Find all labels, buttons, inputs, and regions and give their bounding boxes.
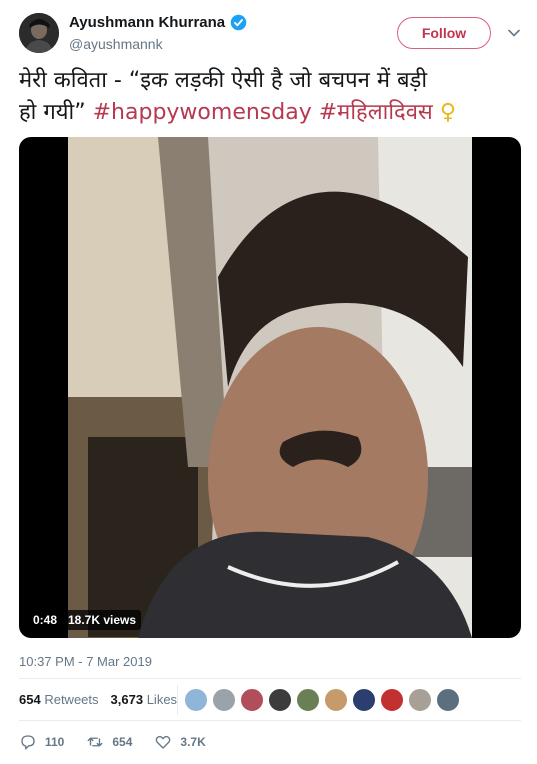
retweet-action[interactable]: 654 (86, 733, 132, 751)
liker-avatar[interactable] (184, 688, 208, 712)
tweet-text-line2: हो गयी” (19, 100, 86, 125)
tweet-header: Ayushmann Khurrana @ayushmannk Follow (0, 0, 537, 62)
retweet-count: 654 (112, 735, 133, 749)
divider (19, 678, 521, 679)
tweet-text: मेरी कविता - “इक लड़की ऐसी है जो बचपन मे… (19, 65, 519, 129)
liker-avatar[interactable] (408, 688, 432, 712)
liker-avatar[interactable] (268, 688, 292, 712)
hashtag-link[interactable]: #महिलादिवस (319, 100, 433, 125)
name-row: Ayushmann Khurrana (69, 14, 247, 31)
likes-count: 3,673 (110, 692, 144, 707)
like-count: 3.7K (180, 735, 206, 749)
divider (177, 685, 178, 715)
female-sign-emoji: ♀ (439, 100, 456, 125)
liker-avatar[interactable] (212, 688, 236, 712)
engagement-stats: 654 Retweets 3,673 Likes (19, 692, 177, 707)
reply-count: 110 (45, 735, 65, 749)
chevron-down-icon[interactable] (507, 26, 521, 40)
video-duration-badge: 0:48 (28, 610, 63, 630)
user-handle[interactable]: @ayushmannk (69, 36, 163, 52)
divider (19, 720, 521, 721)
reply-action[interactable]: 110 (19, 733, 64, 751)
tweet-text-line1: मेरी कविता - “इक लड़की ऐसी है जो बचपन मे… (19, 68, 428, 93)
profile-avatar[interactable] (19, 13, 59, 53)
display-name[interactable]: Ayushmann Khurrana (69, 14, 225, 31)
liker-avatar[interactable] (324, 688, 348, 712)
hashtag-link[interactable]: #happywomensday (93, 100, 312, 125)
liker-avatar[interactable] (296, 688, 320, 712)
video-frame (68, 137, 472, 638)
liker-avatar[interactable] (436, 688, 460, 712)
follow-button[interactable]: Follow (397, 17, 491, 49)
liker-avatar[interactable] (352, 688, 376, 712)
video-views-badge: 18.7K views (63, 610, 142, 630)
liker-avatar[interactable] (380, 688, 404, 712)
likes-stat[interactable]: 3,673 Likes (111, 692, 178, 707)
verified-badge-icon (230, 14, 247, 31)
retweet-icon (87, 737, 103, 747)
retweets-label: Retweets (44, 692, 99, 707)
heart-icon (156, 735, 171, 749)
liker-avatars (184, 680, 464, 720)
tweet-actions: 110 654 3.7K (19, 733, 228, 751)
retweets-count: 654 (19, 692, 41, 707)
video-player[interactable]: 0:48 18.7K views (19, 137, 521, 638)
retweets-stat[interactable]: 654 Retweets (19, 692, 99, 707)
like-action[interactable]: 3.7K (154, 733, 206, 751)
reply-icon (21, 735, 35, 750)
tweet-timestamp[interactable]: 10:37 PM - 7 Mar 2019 (19, 654, 152, 669)
likes-label: Likes (146, 692, 178, 707)
liker-avatar[interactable] (240, 688, 264, 712)
